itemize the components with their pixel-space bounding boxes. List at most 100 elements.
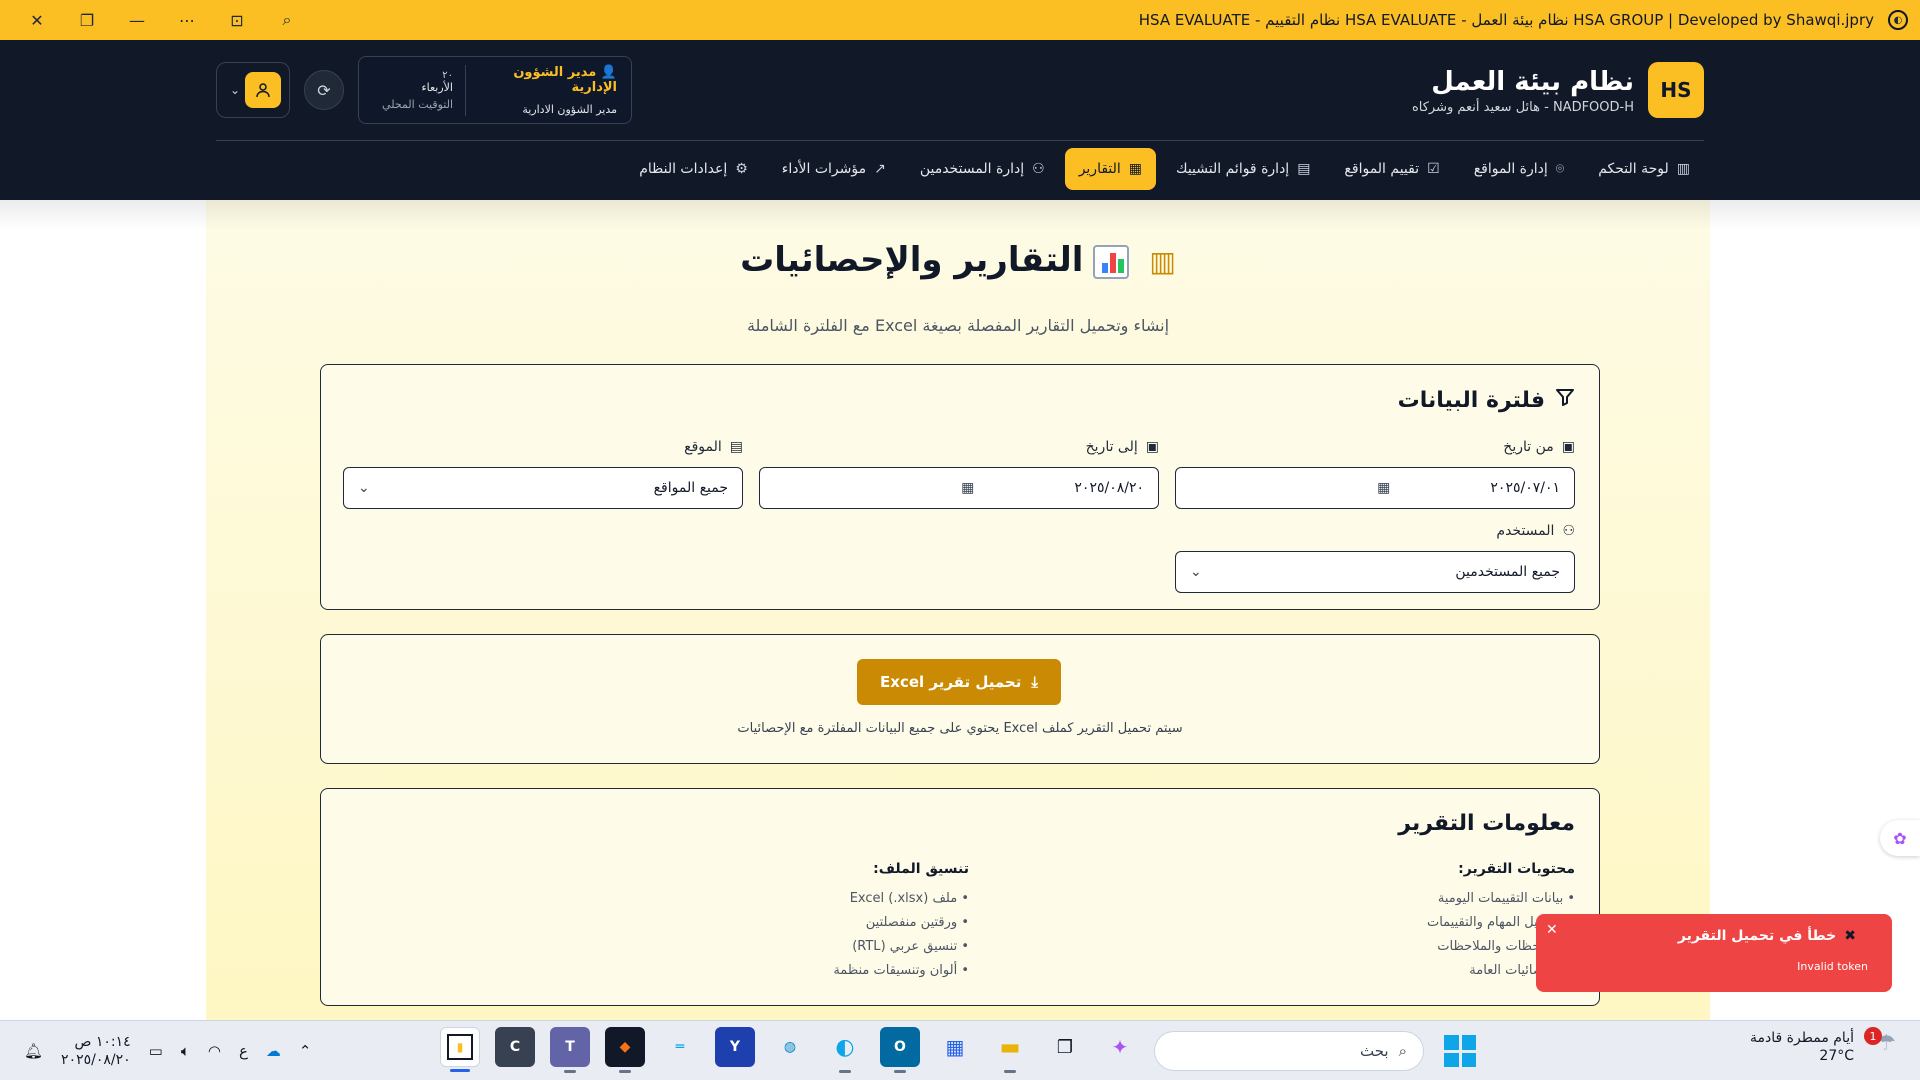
search-placeholder: بحث [1360, 1042, 1389, 1060]
header-divider [216, 140, 1704, 141]
time-weekday: الأربعاء [421, 80, 453, 94]
report-format-title: تنسيق الملف: [873, 861, 969, 877]
site-select[interactable]: جميع المواقع ⌄ [343, 467, 743, 509]
calendar-picker-icon[interactable]: ▦ [961, 480, 974, 496]
check-square-icon: ☑ [1427, 161, 1440, 177]
taskbar-app-explorer[interactable]: ▬ [990, 1027, 1030, 1073]
report-contents: محتويات التقرير: • بيانات التقييمات اليو… [1155, 861, 1575, 983]
folder-icon: ▬ [999, 1034, 1021, 1060]
notification-bell-icon[interactable]: 🔔︎ [24, 1042, 43, 1060]
taskbar-app-c[interactable]: C [495, 1027, 535, 1067]
nav-dashboard[interactable]: ▥ لوحة التحكم [1584, 148, 1704, 190]
minimize-icon[interactable]: — [112, 0, 162, 40]
c-app-icon: C [509, 1039, 521, 1055]
brand-subtitle: NADFOOD-H - هائل سعيد أنعم وشركاه [1411, 99, 1634, 115]
download-icon: ⤓ [1031, 673, 1038, 691]
nav-settings[interactable]: ⚙ إعدادات النظام [625, 148, 762, 190]
close-icon[interactable]: ✕ [1546, 922, 1558, 938]
report-info-card: معلومات التقرير محتويات التقرير: • بيانا… [320, 788, 1600, 1006]
from-date-label: ▣ من تاريخ [1503, 439, 1575, 455]
list-item: • ورقتين منفصلتين [865, 915, 969, 930]
start-windows-icon[interactable] [1444, 1035, 1476, 1067]
list-item: • تنسيق عربي (RTL) [852, 939, 969, 954]
taskbar-app-office[interactable]: ◆ [605, 1027, 645, 1073]
taskbar-app-edge[interactable]: ◐ [825, 1027, 865, 1073]
restore-icon[interactable]: ❐ [62, 0, 112, 40]
site-label: ▤ الموقع [684, 439, 743, 455]
window-controls: ✕ ❐ — ⋯ ⊡ ⌕ [0, 0, 312, 40]
user-menu-button[interactable]: ⌄ [216, 62, 290, 118]
list-item: • الملاحظات والملاحظات [1437, 939, 1575, 954]
site-field: ▤ الموقع جميع المواقع ⌄ [343, 437, 743, 509]
chart-emoji-icon [1093, 244, 1130, 279]
volume-icon[interactable]: 🔈︎ [181, 1042, 190, 1060]
nav-sites[interactable]: ⌾ إدارة المواقع [1460, 148, 1578, 190]
window-icon: ❐ [1056, 1036, 1074, 1058]
nav-site-evaluation[interactable]: ☑ تقييم المواقع [1330, 148, 1453, 190]
weather-widget[interactable]: ☂ 1 أيام ممطرة قادمة 27°C [1750, 1027, 1896, 1065]
clock[interactable]: ١٠:١٤ ص ٢٠٢٥/٠٨/٢٠ [61, 1033, 131, 1069]
list-item: • ملف Excel (.xlsx) [849, 891, 969, 906]
user-outline-icon: 👤 [600, 64, 617, 80]
onedrive-cloud-icon[interactable]: ☁ [266, 1042, 281, 1060]
edge-icon: ◐ [835, 1034, 855, 1060]
language-indicator[interactable]: ع [239, 1042, 248, 1060]
toast-message: Invalid token [1797, 960, 1868, 973]
download-note: سيتم تحميل التقرير كملف Excel يحتوي على … [737, 721, 1183, 736]
nav-kpi[interactable]: ↗ مؤشرات الأداء [768, 148, 900, 190]
header-actions: ⌄ ⟳ 👤 مدير الشؤون الإدارية مدير الشؤون ا… [216, 56, 632, 124]
from-date-input[interactable]: ٢٠٢٥/٠٧/٠١ ▦ [1175, 467, 1575, 509]
ruler-icon: ═ [675, 1039, 685, 1055]
taskbar-app-teams[interactable]: T [550, 1027, 590, 1073]
to-date-value: ٢٠٢٥/٠٨/٢٠ [1074, 480, 1144, 496]
users-icon: ⚇ [1032, 161, 1045, 177]
more-icon[interactable]: ⋯ [162, 0, 212, 40]
search-icon: ⌕ [1398, 1042, 1407, 1060]
site-value: جميع المواقع [653, 480, 728, 496]
clock-date: ٢٠٢٥/٠٨/٢٠ [61, 1052, 131, 1068]
taskbar-app-ruler[interactable]: ═ [660, 1027, 700, 1067]
battery-icon[interactable]: ▭ [149, 1042, 163, 1060]
bar-chart-icon: ▥ [1676, 161, 1690, 177]
refresh-icon[interactable]: ⟳ [304, 70, 344, 110]
download-card: ⤓ تحميل تقرير Excel سيتم تحميل التقرير ك… [320, 634, 1600, 764]
taskbar-app-copilot[interactable]: ✦ [1100, 1027, 1140, 1067]
taskbar-app-outlook[interactable]: O [880, 1027, 920, 1073]
calendar-picker-icon[interactable]: ▦ [1377, 480, 1390, 496]
zoom-icon[interactable]: ⌕ [262, 0, 312, 40]
trending-up-icon: ↗ [874, 161, 886, 177]
weather-temp: 27°C [1819, 1048, 1854, 1064]
taskbar-app-network[interactable]: ◍ [770, 1027, 810, 1067]
wifi-icon[interactable]: ◠ [208, 1042, 221, 1060]
taskbar-apps: ▮ C T ◆ ═ Y ◍ ◐ O ▦ ▬ ❐ ✦ [440, 1027, 1140, 1073]
weather-icon: ☂ 1 [1864, 1027, 1896, 1063]
clock-time: ١٠:١٤ ص [74, 1034, 131, 1050]
taskbar-app-yammer[interactable]: Y [715, 1027, 755, 1067]
download-excel-button[interactable]: ⤓ تحميل تقرير Excel [857, 659, 1061, 705]
clipboard-icon: ▤ [1297, 161, 1311, 177]
taskbar-app-window[interactable]: ❐ [1045, 1027, 1085, 1067]
to-date-input[interactable]: ٢٠٢٥/٠٨/٢٠ ▦ [759, 467, 1159, 509]
yammer-icon: Y [729, 1039, 741, 1055]
report-info-title: معلومات التقرير [1398, 811, 1575, 836]
main-nav: ▥ لوحة التحكم ⌾ إدارة المواقع ☑ تقييم الموا… [625, 148, 1704, 190]
chevron-up-icon[interactable]: ⌃ [299, 1042, 312, 1060]
brand-logo: HS [1648, 62, 1704, 118]
nav-reports[interactable]: ▦ التقارير [1064, 148, 1157, 190]
close-icon[interactable]: ✕ [12, 0, 62, 40]
toast-title: ✖ خطأ في تحميل التقرير [1677, 928, 1856, 944]
globe-icon: ◍ [783, 1039, 797, 1055]
nav-checklists[interactable]: ▤ إدارة قوائم التشييك [1162, 148, 1324, 190]
user-select[interactable]: جميع المستخدمين ⌄ [1175, 551, 1575, 593]
copilot-icon: ✦ [1111, 1035, 1129, 1059]
building-icon: ▤ [729, 439, 743, 455]
app-info-icon[interactable]: ⊡ [212, 0, 262, 40]
nav-users[interactable]: ⚇ إدارة المستخدمين [906, 148, 1059, 190]
taskbar-app-store[interactable]: ▦ [935, 1027, 975, 1067]
taskbar-app-hsa[interactable]: ▮ [440, 1027, 480, 1072]
list-item: • الإحصائيات العامة [1469, 963, 1575, 978]
map-pin-icon: ⌾ [1555, 161, 1565, 177]
assistant-brain-icon[interactable]: ✿ [1880, 820, 1920, 856]
taskbar-search[interactable]: ⌕ بحث [1154, 1031, 1424, 1071]
hsa-app-icon: ▮ [447, 1034, 473, 1060]
